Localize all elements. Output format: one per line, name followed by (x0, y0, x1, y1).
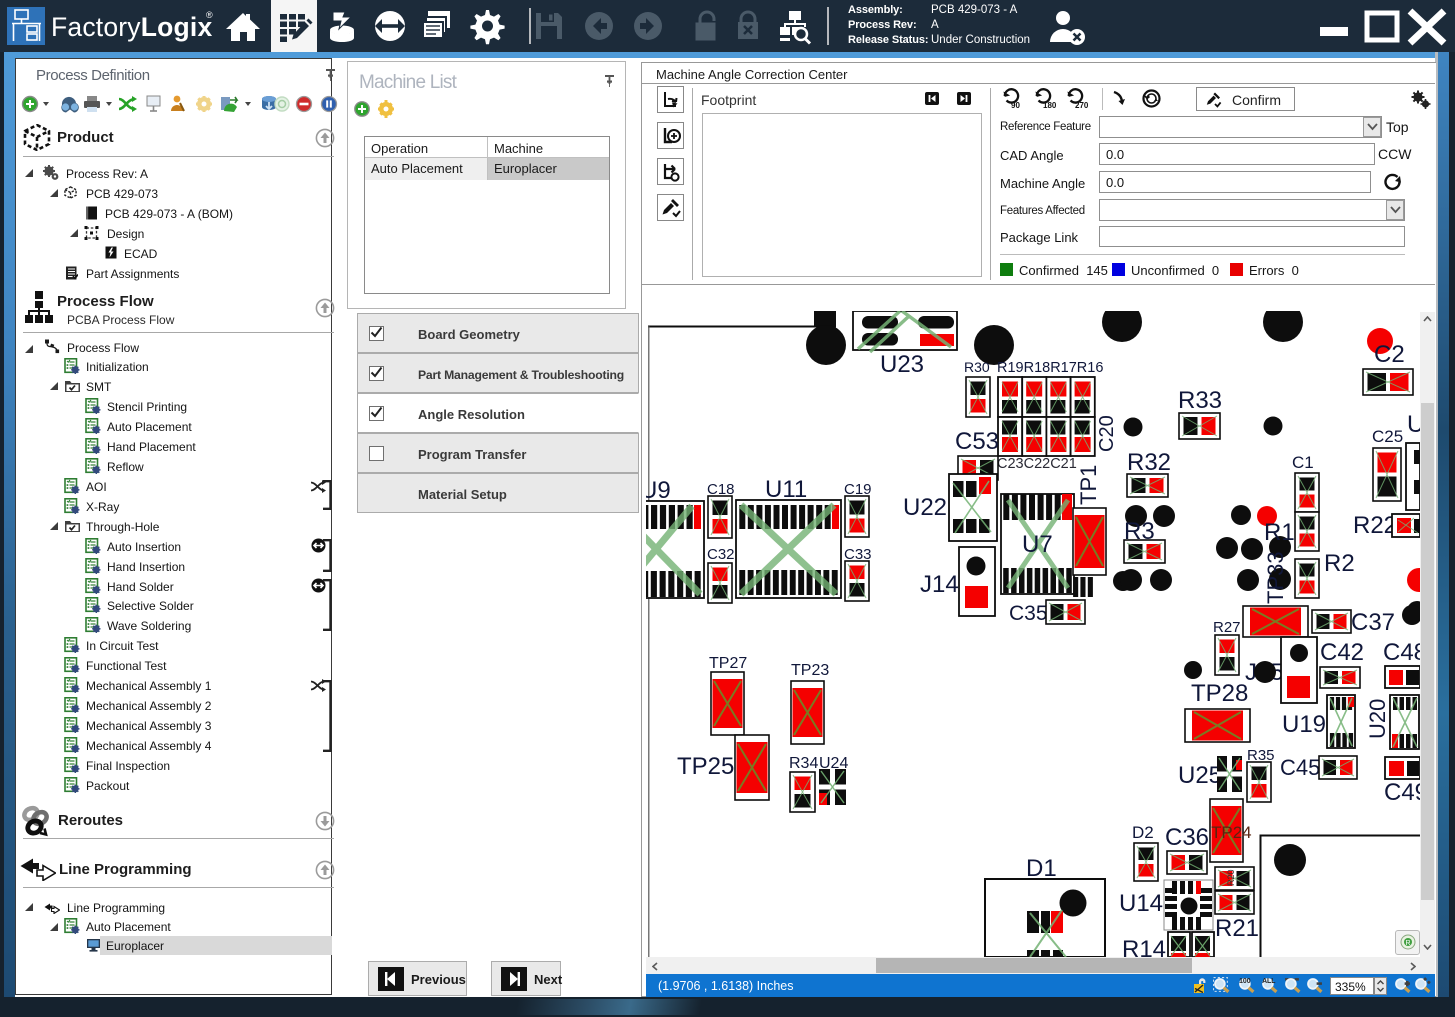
svg-text:R27: R27 (1213, 619, 1241, 636)
svg-text:C49: C49 (1384, 779, 1420, 806)
svg-text:C1: C1 (1292, 453, 1314, 472)
svg-text:R32: R32 (1127, 449, 1171, 476)
svg-text:100: 100 (1239, 978, 1251, 985)
svg-text:R20: R20 (1226, 869, 1236, 886)
svg-text:U7: U7 (1022, 531, 1053, 558)
svg-text:C20: C20 (1096, 415, 1118, 452)
svg-text:FactoryLogix: FactoryLogix (51, 12, 212, 42)
svg-text:R19R18R17R16: R19R18R17R16 (997, 360, 1103, 376)
svg-text:R30: R30 (964, 359, 990, 375)
svg-text:R21: R21 (1215, 915, 1259, 942)
svg-text:J14: J14 (920, 571, 959, 598)
svg-text:C53: C53 (955, 428, 999, 455)
svg-text:TP27: TP27 (709, 655, 747, 672)
svg-text:U11: U11 (765, 476, 807, 503)
svg-text:U19: U19 (1282, 711, 1326, 738)
svg-text:R2: R2 (1324, 550, 1355, 577)
svg-text:C35: C35 (1009, 602, 1048, 625)
svg-text:U: U (1407, 411, 1420, 438)
svg-text:ALL: ALL (1262, 978, 1275, 985)
svg-text:C25: C25 (1372, 427, 1403, 446)
svg-text:U20: U20 (1365, 699, 1390, 739)
svg-text:D1: D1 (1026, 855, 1057, 882)
svg-text:C23C22C21: C23C22C21 (997, 456, 1077, 472)
svg-text:TP1: TP1 (1076, 465, 1101, 505)
svg-text:C48: C48 (1383, 639, 1420, 666)
svg-text:C36: C36 (1165, 824, 1209, 851)
svg-text:C32: C32 (707, 546, 735, 563)
svg-text:TP33: TP33 (1263, 551, 1288, 604)
svg-text:C45: C45 (1280, 755, 1320, 780)
svg-text:U9: U9 (646, 477, 671, 504)
svg-text:C37: C37 (1351, 609, 1395, 636)
svg-text:®: ® (206, 10, 213, 20)
svg-text:TP28: TP28 (1191, 680, 1248, 707)
svg-text:R34: R34 (789, 755, 818, 772)
svg-text:U23: U23 (880, 351, 924, 378)
svg-text:TP24: TP24 (1211, 823, 1252, 842)
svg-text:TP25: TP25 (677, 753, 734, 780)
svg-text:C2: C2 (1374, 341, 1405, 368)
svg-text:R33: R33 (1178, 387, 1222, 414)
svg-text:D2: D2 (1132, 823, 1154, 842)
svg-text:U22: U22 (903, 494, 947, 521)
svg-text:TP23: TP23 (791, 662, 829, 679)
svg-text:R14: R14 (1122, 936, 1166, 957)
svg-text:R1: R1 (1264, 519, 1295, 546)
svg-text:R: R (1406, 940, 1411, 947)
svg-text:C42: C42 (1320, 639, 1364, 666)
svg-text:R22: R22 (1353, 512, 1397, 539)
svg-text:U14: U14 (1119, 890, 1163, 917)
svg-text:U25: U25 (1178, 762, 1222, 789)
